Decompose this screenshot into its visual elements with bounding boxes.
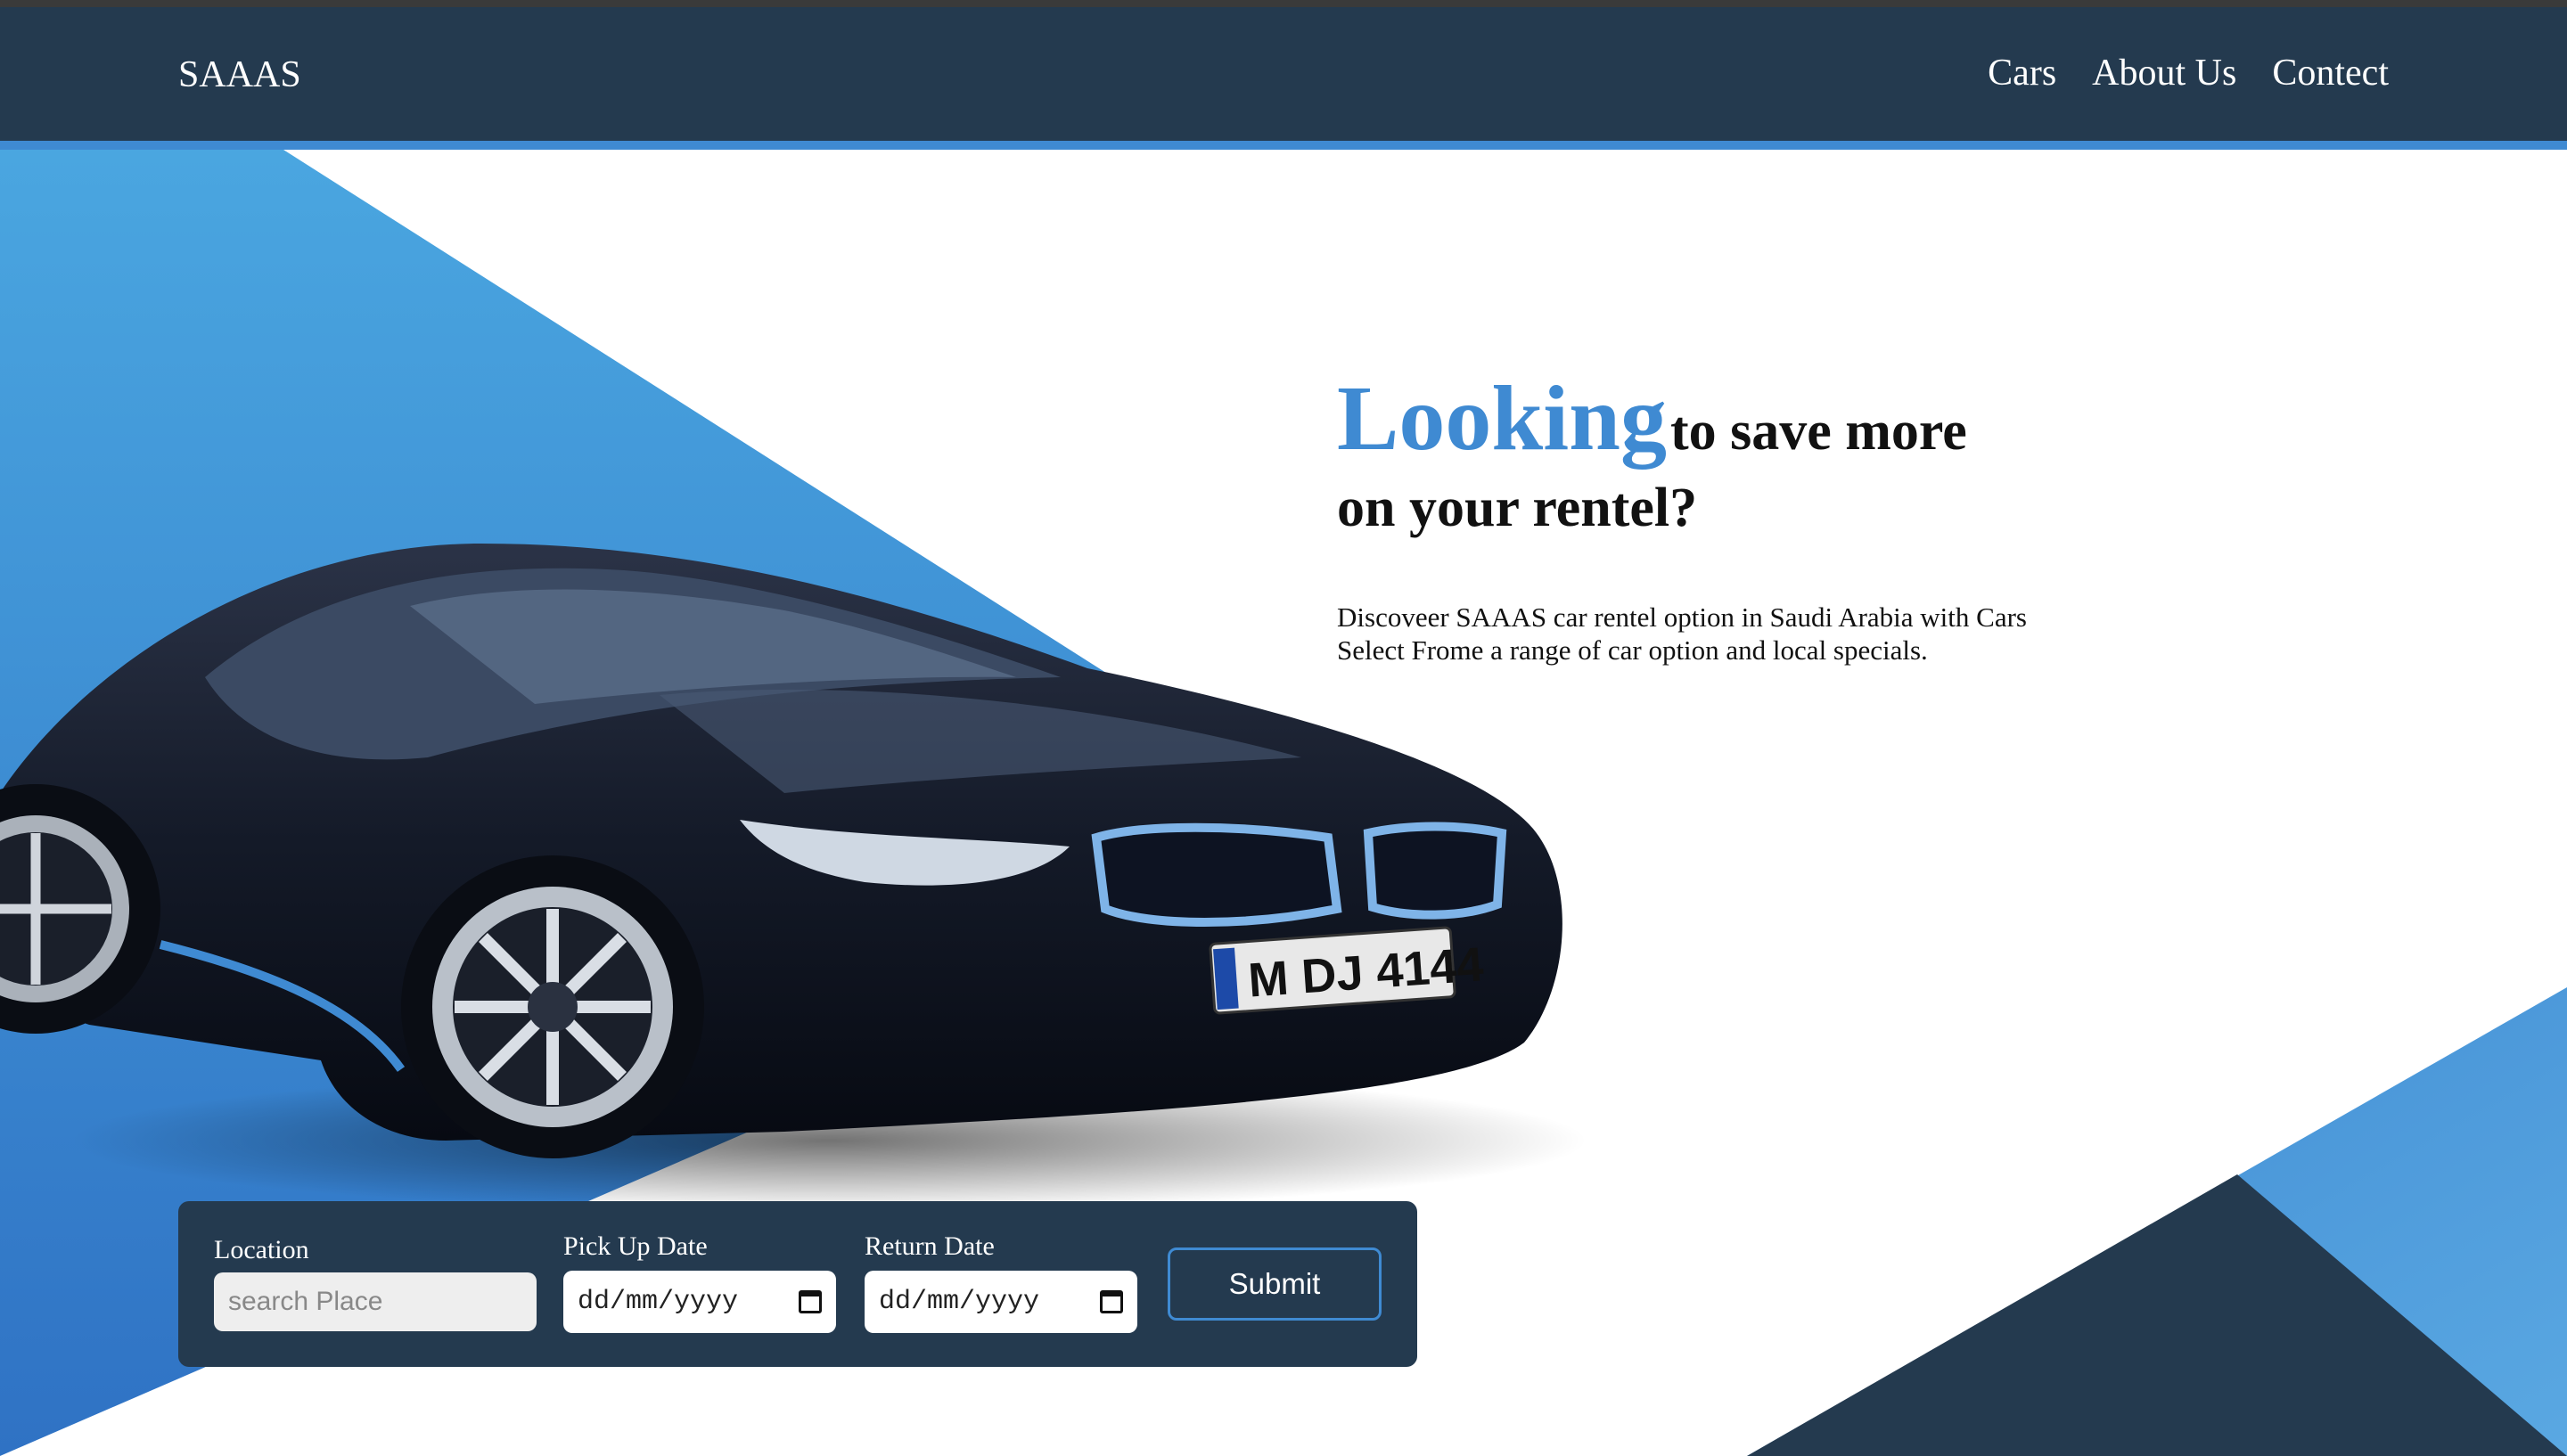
search-panel: Location search Place Pick Up Date dd/mm… [178,1201,1417,1367]
pickup-date-value: dd/mm/yyyy [578,1287,739,1317]
location-placeholder: search Place [228,1287,383,1316]
nav-link-cars[interactable]: Cars [1988,52,2056,94]
calendar-icon[interactable] [1100,1290,1123,1313]
location-label: Location [214,1235,309,1264]
return-field: Return Date [865,1231,995,1262]
headline-line2: on your rentel? [1337,478,1698,538]
hero-description: Discoveer SAAAS car rentel option in Sau… [1337,601,2027,666]
location-field: Location [214,1235,309,1265]
return-date-input[interactable]: dd/mm/yyyy [865,1271,1137,1333]
headline-accent: Looking [1337,367,1667,470]
return-label: Return Date [865,1231,995,1261]
brand-logo[interactable]: SAAAS [178,53,301,96]
pickup-field: Pick Up Date [563,1231,708,1262]
nav-link-about-us[interactable]: About Us [2092,52,2236,94]
submit-button[interactable]: Submit [1168,1247,1382,1321]
return-date-value: dd/mm/yyyy [879,1287,1040,1317]
pickup-label: Pick Up Date [563,1231,708,1261]
calendar-icon[interactable] [799,1290,822,1313]
navbar: SAAAS Cars About Us Contect [0,7,2567,141]
headline-rest: to save more [1669,401,1967,462]
window-top-border [0,0,2567,7]
hero-headline: Looking to save more on your rentel? [1337,365,2077,540]
navbar-accent-bar [0,141,2567,150]
pickup-date-input[interactable]: dd/mm/yyyy [563,1271,836,1333]
nav-link-contact[interactable]: Contect [2272,52,2389,94]
nav-links: Cars About Us Contect [1988,52,2389,94]
location-input[interactable]: search Place [214,1272,537,1331]
